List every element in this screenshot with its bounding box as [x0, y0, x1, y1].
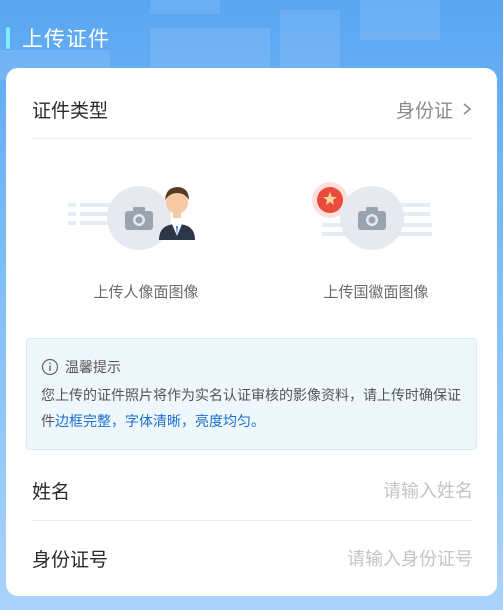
name-input[interactable]: 请输入姓名 [383, 477, 473, 503]
tip-body: 您上传的证件照片将作为实名认证审核的影像资料，请上传时确保证件边框完整，字体清晰… [41, 383, 462, 435]
page-header: 上传证件 [0, 18, 503, 58]
cert-type-row[interactable]: 证件类型 身份证 [32, 88, 473, 130]
id-number-label: 身份证号 [32, 548, 109, 571]
tip-header: 温馨提示 [41, 357, 121, 377]
upload-card: 证件类型 身份证 上传人像面图像 上传国徽面图像 温馨提示 您上传的证件照片将作… [6, 68, 497, 596]
tip-box: 温馨提示 您上传的证件照片将作为实名认证审核的影像资料，请上传时确保证件边框完整… [26, 338, 477, 450]
id-number-field-row[interactable]: 身份证号 请输入身份证号 [32, 538, 473, 578]
id-number-input[interactable]: 请输入身份证号 [347, 545, 473, 571]
portrait-caption: 上传人像面图像 [93, 283, 199, 301]
name-label: 姓名 [32, 480, 71, 503]
upload-area: 上传人像面图像 上传国徽面图像 [6, 178, 497, 318]
upload-emblem-button[interactable]: 上传国徽面图像 [276, 178, 476, 318]
info-icon [41, 358, 59, 376]
cert-type-value: 身份证 [395, 99, 453, 122]
chevron-right-icon [463, 103, 472, 115]
divider [32, 138, 473, 139]
tip-title: 温馨提示 [65, 360, 121, 376]
page-title: 上传证件 [22, 27, 110, 51]
upload-portrait-button[interactable]: 上传人像面图像 [46, 178, 246, 318]
portrait-illustration [68, 186, 195, 250]
title-accent-bar [6, 27, 10, 49]
divider [32, 520, 473, 521]
name-field-row[interactable]: 姓名 请输入姓名 [32, 470, 473, 510]
cert-type-label: 证件类型 [32, 99, 109, 122]
emblem-caption: 上传国徽面图像 [323, 283, 429, 301]
emblem-illustration [312, 182, 432, 250]
cert-type-selector[interactable]: 身份证 [396, 96, 473, 123]
tip-highlight: 边框完整，字体清晰，亮度均匀。 [55, 414, 265, 430]
